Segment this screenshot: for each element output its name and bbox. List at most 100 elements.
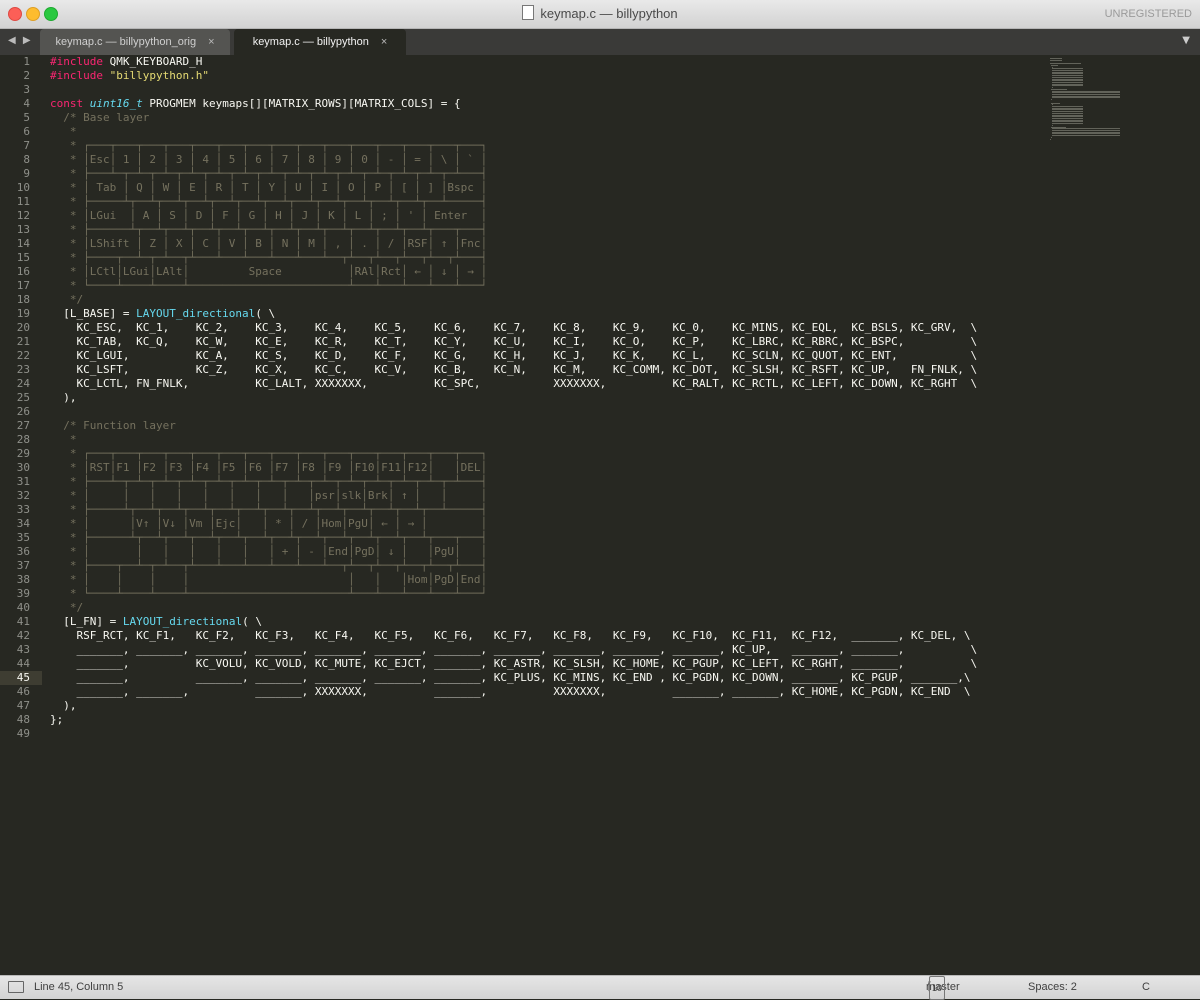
branch-badge: 10 <box>929 976 946 1000</box>
code-line[interactable] <box>50 405 977 419</box>
tab-label: keymap.c — billypython <box>252 36 369 48</box>
line-number: 6 <box>23 125 30 138</box>
line-number: 17 <box>16 279 30 292</box>
line-number: 46 <box>16 685 30 698</box>
code-line[interactable]: #include "billypython.h" <box>50 69 977 83</box>
line-number: 40 <box>16 601 30 614</box>
code-line[interactable]: KC_ESC, KC_1, KC_2, KC_3, KC_4, KC_5, KC… <box>50 321 977 335</box>
line-number: 48 <box>16 713 30 726</box>
code-line[interactable]: * │LCtl│LGui│LAlt│ Space │RAl│Rct│ ← │ ↓… <box>50 265 977 279</box>
code-line[interactable]: const uint16_t PROGMEM keymaps[][MATRIX_… <box>50 97 977 111</box>
code-line[interactable]: [L_FN] = LAYOUT_directional( \ <box>50 615 977 629</box>
line-number: 26 <box>16 405 30 418</box>
code-line[interactable]: _______, _______, _______, _______, ____… <box>50 671 977 685</box>
line-number: 43 <box>16 643 30 656</box>
line-number: 13 <box>16 223 30 236</box>
code-line[interactable]: * ├─────┴┬──┴┬──┴┬──┴┬──┴┬──┴┬──┴┬──┴┬──… <box>50 195 977 209</box>
code-line[interactable] <box>50 727 977 741</box>
code-line[interactable]: #include QMK_KEYBOARD_H <box>50 55 977 69</box>
code-line[interactable]: * │ Tab │ Q │ W │ E │ R │ T │ Y │ U │ I … <box>50 181 977 195</box>
code-line[interactable]: /* Base layer <box>50 111 977 125</box>
code-line[interactable]: ), <box>50 699 977 713</box>
line-number: 7 <box>23 139 30 152</box>
code-line[interactable]: * ├──────┴┬──┴┬──┴┬──┴┬──┴┬──┴┬──┴┬──┴┬─… <box>50 531 977 545</box>
code-line[interactable]: _______, KC_VOLU, KC_VOLD, KC_MUTE, KC_E… <box>50 657 977 671</box>
unregistered-label: UNREGISTERED <box>1104 8 1192 20</box>
line-number: 41 <box>16 615 30 628</box>
tab-nav-arrows-icon[interactable]: ◀ ▶ <box>8 29 33 53</box>
line-number: 44 <box>16 657 30 670</box>
code-line[interactable]: * │LGui │ A │ S │ D │ F │ G │ H │ J │ K … <box>50 209 977 223</box>
code-line[interactable]: KC_LCTL, FN_FNLK, KC_LALT, XXXXXXX, KC_S… <box>50 377 977 391</box>
code-line[interactable] <box>50 83 977 97</box>
code-view[interactable]: #include QMK_KEYBOARD_H #include "billypy… <box>50 55 977 741</box>
tab-close-icon[interactable]: × <box>208 36 214 48</box>
code-line[interactable]: ), <box>50 391 977 405</box>
panel-toggle-icon[interactable] <box>8 981 24 993</box>
line-number: 11 <box>16 195 30 208</box>
cursor-position[interactable]: Line 45, Column 5 <box>34 976 123 998</box>
minimap[interactable] <box>1050 58 1175 142</box>
minimap-line <box>1051 123 1083 125</box>
code-line[interactable]: _______, _______, _______, XXXXXXX, ____… <box>50 685 977 699</box>
tab-menu-chevron-down-icon[interactable]: ▼ <box>1182 29 1190 53</box>
line-number: 38 <box>16 573 30 586</box>
code-line[interactable]: * ┌───┬───┬───┬───┬───┬───┬───┬───┬───┬─… <box>50 139 977 153</box>
indentation-setting[interactable]: Spaces: 2 <box>1028 976 1077 998</box>
document-icon <box>522 5 535 20</box>
code-line[interactable]: RSF_RCT, KC_F1, KC_F2, KC_F3, KC_F4, KC_… <box>50 629 977 643</box>
line-number: 19 <box>16 307 30 320</box>
code-line[interactable]: * │ │ │ │ │ │ │ + │ - │End│PgD│ ↓ │ │PgU… <box>50 545 977 559</box>
code-line[interactable]: * ├────┬──┴─┬─┴──┬┴───┴───┴───┴───┴───┴─… <box>50 559 977 573</box>
code-line[interactable]: * │RST│F1 │F2 │F3 │F4 │F5 │F6 │F7 │F8 │F… <box>50 461 977 475</box>
code-line[interactable]: * └────┴────┴────┴──────────────────────… <box>50 587 977 601</box>
title-bar: keymap.c — billypython UNREGISTERED <box>0 0 1200 29</box>
window-title: keymap.c — billypython <box>0 0 1200 28</box>
code-line[interactable]: * <box>50 125 977 139</box>
line-number: 45 <box>0 671 42 685</box>
code-line[interactable]: * ├──────┴┬──┴┬──┴┬──┴┬──┴┬──┴┬──┴┬──┴┬─… <box>50 223 977 237</box>
code-line[interactable]: }; <box>50 713 977 727</box>
code-line[interactable]: * │Esc│ 1 │ 2 │ 3 │ 4 │ 5 │ 6 │ 7 │ 8 │ … <box>50 153 977 167</box>
line-number: 3 <box>23 83 30 96</box>
code-line[interactable]: * │ │ │ │ │ │ │Hom│PgD│End│ <box>50 573 977 587</box>
line-number: 39 <box>16 587 30 600</box>
status-bar: Line 45, Column 5 ᚴ master 10 Spaces: 2 C <box>0 975 1200 1000</box>
line-number: 20 <box>16 321 30 334</box>
tab-close-icon[interactable]: × <box>381 36 387 48</box>
line-number: 5 <box>23 111 30 124</box>
code-line[interactable]: * │LShift │ Z │ X │ C │ V │ B │ N │ M │ … <box>50 237 977 251</box>
minimap-line <box>1052 135 1120 137</box>
code-line[interactable]: * ┌───┬───┬───┬───┬───┬───┬───┬───┬───┬─… <box>50 447 977 461</box>
code-line[interactable]: * │ │ │ │ │ │ │ │ │psr│slk│Brk│ ↑ │ │ │ <box>50 489 977 503</box>
code-line[interactable]: KC_TAB, KC_Q, KC_W, KC_E, KC_R, KC_T, KC… <box>50 335 977 349</box>
line-number: 8 <box>23 153 30 166</box>
code-line[interactable]: /* Function layer <box>50 419 977 433</box>
line-number: 1 <box>23 55 30 68</box>
code-line[interactable]: _______, _______, _______, _______, ____… <box>50 643 977 657</box>
window-title-text: keymap.c — billypython <box>540 6 678 21</box>
line-number: 12 <box>16 209 30 222</box>
line-number: 42 <box>16 629 30 642</box>
line-number: 27 <box>16 419 30 432</box>
tab-keymap-active[interactable]: keymap.c — billypython × <box>234 29 406 55</box>
code-line[interactable]: * ├───┴─┬─┴─┬─┴─┬─┴─┬─┴─┬─┴─┬─┴─┬─┴─┬─┴─… <box>50 475 977 489</box>
code-line[interactable]: * ├───┴─┬─┴─┬─┴─┬─┴─┬─┴─┬─┴─┬─┴─┬─┴─┬─┴─… <box>50 167 977 181</box>
code-line[interactable]: [L_BASE] = LAYOUT_directional( \ <box>50 307 977 321</box>
editor-area[interactable]: 1 2 3 4 5 6 7 8 9 10 11 12 13 14 15 16 17 18 19 20 21 22 23 24 2… <box>0 55 1200 975</box>
code-line[interactable]: */ <box>50 293 977 307</box>
code-line[interactable]: * └────┴────┴────┴──────────────────────… <box>50 279 977 293</box>
code-line[interactable]: KC_LGUI, KC_A, KC_S, KC_D, KC_F, KC_G, K… <box>50 349 977 363</box>
syntax-setting[interactable]: C <box>1142 976 1150 998</box>
code-line[interactable]: */ <box>50 601 977 615</box>
code-line[interactable]: KC_LSFT, KC_Z, KC_X, KC_C, KC_V, KC_B, K… <box>50 363 977 377</box>
minimap-line <box>1051 102 1060 104</box>
tab-keymap-orig[interactable]: keymap.c — billypython_orig × <box>40 29 230 55</box>
line-number: 34 <box>16 517 30 530</box>
code-line[interactable]: * ├─────┴┬──┴┬──┴┬──┴┬──┴┬──┴┬──┴┬──┴┬──… <box>50 503 977 517</box>
code-line[interactable]: * │ │V↑ │V↓ │Vm │Ejc│ │ * │ / │Hom│PgU│ … <box>50 517 977 531</box>
line-number: 25 <box>16 391 30 404</box>
line-number: 49 <box>16 727 30 740</box>
code-line[interactable]: * <box>50 433 977 447</box>
code-line[interactable]: * ├────┬──┴─┬─┴──┬┴───┴───┴───┴───┴───┴─… <box>50 251 977 265</box>
